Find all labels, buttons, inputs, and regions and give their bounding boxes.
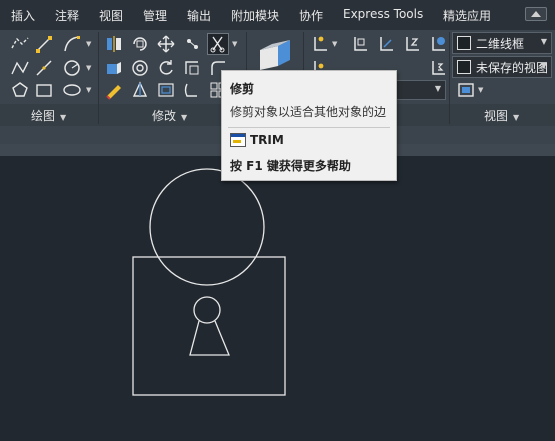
circle-dropdown[interactable]: ▼ (86, 64, 91, 72)
ucs-world-icon[interactable] (428, 34, 448, 54)
named-view-dropdown[interactable]: 未保存的视图 ▼ (452, 56, 552, 78)
explode-icon[interactable] (130, 80, 150, 100)
trim-icon[interactable] (207, 33, 229, 55)
ellipse-dropdown[interactable]: ▼ (86, 86, 91, 94)
tab-view[interactable]: 视图 (99, 7, 123, 24)
array-icon[interactable] (182, 58, 202, 78)
drawing-canvas[interactable] (0, 156, 555, 441)
arc-icon[interactable] (62, 34, 82, 54)
offset-icon[interactable] (156, 80, 176, 100)
polyline-segment-icon[interactable] (10, 58, 30, 78)
viewport-dropdown[interactable]: ▼ (478, 86, 483, 94)
tab-output[interactable]: 输出 (187, 7, 211, 24)
tab-addins[interactable]: 附加模块 (231, 7, 279, 24)
named-view-icon (457, 60, 471, 74)
ucs-axis-icon[interactable] (376, 34, 396, 54)
tab-manage[interactable]: 管理 (143, 7, 167, 24)
ucs-dropdown[interactable]: ▼ (332, 40, 337, 48)
large-circle (149, 168, 265, 286)
join-icon[interactable] (182, 80, 202, 100)
move-icon[interactable] (156, 34, 176, 54)
ucs-named-combo[interactable]: ▼ (396, 80, 446, 100)
wireframe-icon (457, 36, 471, 50)
viewport-icon[interactable] (456, 80, 476, 100)
tab-express-tools[interactable]: Express Tools (343, 7, 423, 21)
tooltip-description: 修剪对象以适合其他对象的边 (230, 105, 387, 119)
polyline-icon[interactable] (10, 34, 30, 54)
trim-dropdown[interactable]: ▼ (232, 40, 237, 48)
tooltip-help: 按 F1 键获得更多帮助 (230, 159, 351, 173)
scale-icon[interactable] (130, 58, 150, 78)
ribbon-tab-bar: 插入 注释 视图 管理 输出 附加模块 协作 Express Tools 精选应… (0, 0, 555, 30)
ellipse-icon[interactable] (62, 80, 82, 100)
copy-icon[interactable] (182, 34, 202, 54)
arc-dropdown[interactable]: ▼ (86, 40, 91, 48)
visual-style-dropdown[interactable]: 二维线框 ▼ (452, 32, 552, 54)
keyhole-triangle (189, 320, 230, 356)
ucs-z-icon[interactable] (402, 34, 422, 54)
line-icon[interactable] (34, 34, 54, 54)
ucs-icon[interactable] (310, 34, 330, 54)
panel-title-modify[interactable]: 修改 ▼ (152, 107, 187, 124)
small-circle (193, 296, 221, 324)
stretch-icon[interactable] (104, 58, 124, 78)
erase-icon[interactable] (104, 80, 124, 100)
refresh-icon[interactable] (156, 58, 176, 78)
rotate-icon[interactable] (130, 34, 150, 54)
ucs-3point-icon[interactable] (428, 58, 448, 78)
tab-insert[interactable]: 插入 (11, 7, 35, 24)
circle-icon[interactable] (62, 58, 82, 78)
trim-tooltip: 修剪 修剪对象以适合其他对象的边 TRIM 按 F1 键获得更多帮助 (221, 70, 397, 181)
command-line-icon (230, 133, 246, 147)
drawing-geometry (132, 168, 286, 396)
view-cube-icon[interactable] (256, 38, 296, 72)
visual-style-value: 二维线框 (476, 37, 525, 51)
tab-featured-apps[interactable]: 精选应用 (443, 7, 491, 24)
panel-title-draw[interactable]: 绘图 ▼ (31, 107, 66, 124)
outer-rectangle (132, 256, 286, 396)
ribbon-minimize-button[interactable] (525, 7, 547, 21)
ucs-origin-icon[interactable] (350, 34, 370, 54)
tab-annotate[interactable]: 注释 (55, 7, 79, 24)
polygon-icon[interactable] (10, 80, 30, 100)
tooltip-command: TRIM (250, 133, 284, 147)
tooltip-title: 修剪 (230, 82, 255, 96)
construction-line-icon[interactable] (34, 58, 54, 78)
panel-title-view[interactable]: 视图 ▼ (484, 107, 519, 124)
tab-collaborate[interactable]: 协作 (299, 7, 323, 24)
rectangle-icon[interactable] (34, 80, 54, 100)
mirror-icon[interactable] (104, 34, 124, 54)
named-view-value: 未保存的视图 (476, 61, 549, 75)
